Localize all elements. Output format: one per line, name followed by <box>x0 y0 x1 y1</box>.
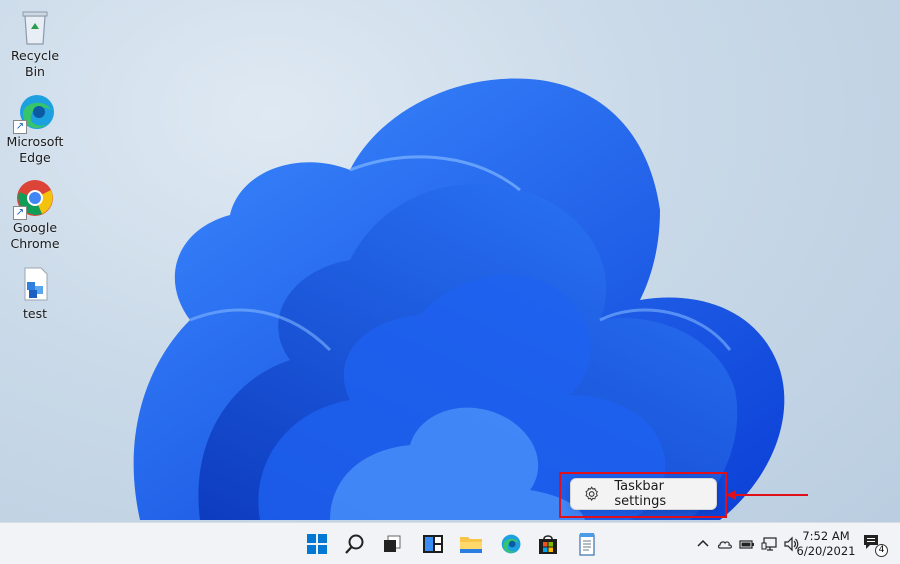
task-view-icon <box>384 535 401 552</box>
wallpaper-bloom <box>133 78 785 520</box>
clock-time: 7:52 AM <box>802 529 850 543</box>
store-button[interactable] <box>533 529 563 559</box>
desktop-icon-google-chrome[interactable]: ↗ Google Chrome <box>4 178 66 252</box>
edge-taskbar-button[interactable] <box>495 529 525 559</box>
notepad-button[interactable] <box>572 529 602 559</box>
start-icon <box>307 534 327 554</box>
desktop-icon-label: test <box>22 306 47 321</box>
desktop-icon-label: Recycle Bin <box>10 48 60 79</box>
file-explorer-button[interactable] <box>456 529 486 559</box>
file-icon <box>24 267 48 301</box>
recycle-bin-icon <box>22 11 48 45</box>
desktop-icon-recycle-bin[interactable]: Recycle Bin <box>4 6 66 80</box>
desktop-icon-label: Microsoft Edge <box>6 134 64 165</box>
annotation-arrow <box>726 490 808 500</box>
clock[interactable]: 7:52 AM 6/20/2021 <box>795 529 857 559</box>
search-button[interactable] <box>340 529 370 559</box>
system-tray <box>692 523 802 564</box>
shortcut-arrow-icon: ↗ <box>13 120 27 134</box>
menu-item-label: Taskbar settings <box>614 479 667 509</box>
shortcut-arrow-icon: ↗ <box>13 206 27 220</box>
search-icon <box>345 534 364 554</box>
chevron-up-icon[interactable] <box>695 536 711 552</box>
file-explorer-icon <box>460 537 482 553</box>
onedrive-icon[interactable] <box>717 536 733 552</box>
taskbar: 7:52 AM 6/20/2021 4 <box>0 522 900 564</box>
start-button[interactable] <box>302 529 332 559</box>
notification-count-badge: 4 <box>875 544 888 557</box>
desktop-icon-test[interactable]: test <box>4 264 66 322</box>
edge-icon <box>501 534 521 554</box>
desktop-icon-label: Google Chrome <box>10 220 60 251</box>
widgets-icon <box>423 535 443 553</box>
chrome-icon: ↗ <box>13 178 55 220</box>
store-icon <box>539 535 557 554</box>
taskbar-context-menu: Taskbar settings <box>570 478 717 510</box>
task-view-button[interactable] <box>377 529 407 559</box>
desktop-icon-microsoft-edge[interactable]: ↗ Microsoft Edge <box>4 92 66 166</box>
gear-icon <box>585 486 598 502</box>
edge-icon: ↗ <box>13 92 55 134</box>
clock-date: 6/20/2021 <box>796 544 856 558</box>
notification-center-button[interactable]: 4 <box>862 533 888 557</box>
network-icon[interactable] <box>761 536 777 552</box>
battery-icon[interactable] <box>739 536 755 552</box>
widgets-button[interactable] <box>418 529 448 559</box>
notepad-icon <box>579 533 595 556</box>
menu-item-taskbar-settings[interactable]: Taskbar settings <box>583 479 716 509</box>
